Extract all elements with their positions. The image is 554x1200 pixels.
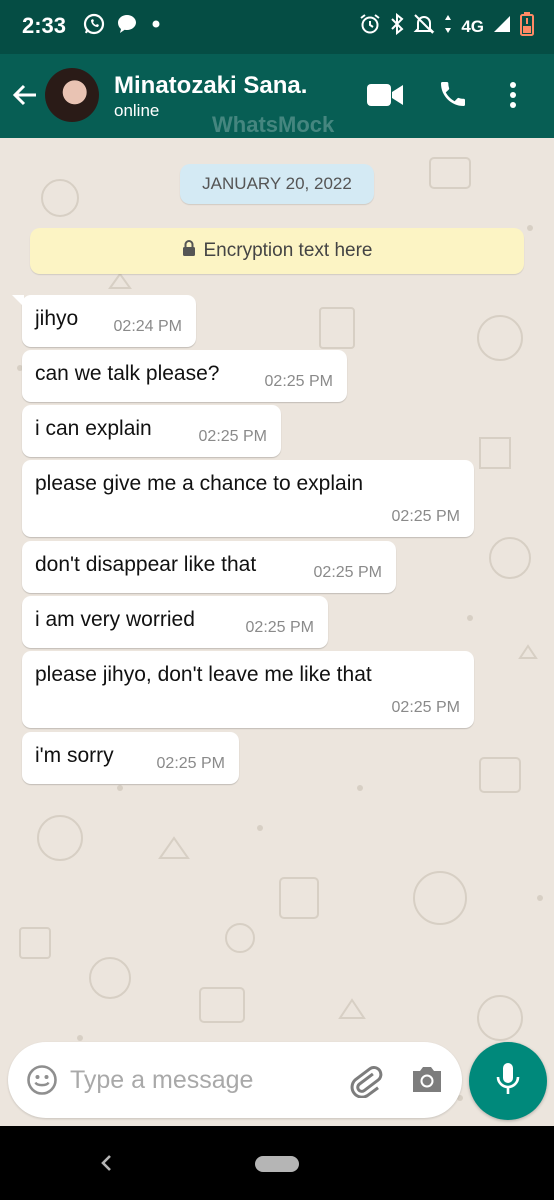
- message-text: please jihyo, don't leave me like that: [35, 663, 372, 686]
- message-bubble[interactable]: please jihyo, don't leave me like that 0…: [22, 651, 474, 728]
- message-time: 02:25 PM: [391, 508, 460, 525]
- contact-status: online: [114, 101, 160, 120]
- nav-back-icon[interactable]: [96, 1150, 118, 1181]
- emoji-icon[interactable]: [26, 1064, 58, 1101]
- mute-icon: [413, 13, 435, 40]
- back-arrow-icon[interactable]: [10, 80, 40, 115]
- more-vert-icon[interactable]: [508, 80, 518, 115]
- encryption-notice[interactable]: Encryption text here: [30, 228, 524, 274]
- message-bubble[interactable]: can we talk please? 02:25 PM: [22, 350, 347, 402]
- data-arrows-icon: [443, 13, 453, 40]
- message-text: can we talk please?: [35, 362, 220, 385]
- video-call-icon[interactable]: [366, 82, 404, 113]
- message-bubble[interactable]: don't disappear like that 02:25 PM: [22, 541, 396, 593]
- lock-icon: [182, 239, 196, 263]
- message-composer: [8, 1042, 462, 1118]
- chat-header: Minatozaki Sana. online WhatsMock: [0, 54, 554, 138]
- attach-icon[interactable]: [348, 1062, 384, 1103]
- message-time: 02:25 PM: [245, 619, 314, 636]
- system-nav-bar: [0, 1126, 554, 1200]
- dot-icon: [148, 16, 164, 37]
- bluetooth-icon: [389, 12, 405, 40]
- message-text: please give me a chance to explain: [35, 472, 364, 495]
- status-bar: 2:33 4G: [0, 0, 554, 54]
- date-separator: JANUARY 20, 2022: [180, 164, 374, 204]
- encryption-text: Encryption text here: [203, 240, 373, 261]
- message-time: 02:25 PM: [198, 428, 267, 445]
- message-bubble-icon: [116, 13, 138, 40]
- contact-avatar[interactable]: [45, 68, 99, 122]
- alarm-icon: [359, 13, 381, 40]
- message-time: 02:24 PM: [113, 318, 182, 335]
- bubble-tail: [12, 295, 24, 307]
- message-text: jihyo: [35, 307, 79, 330]
- message-time: 02:25 PM: [264, 373, 333, 390]
- contact-name[interactable]: Minatozaki Sana.: [114, 72, 307, 100]
- app-watermark: WhatsMock: [212, 112, 335, 137]
- message-input[interactable]: [68, 1060, 332, 1100]
- message-bubble[interactable]: i can explain 02:25 PM: [22, 405, 281, 457]
- phone-icon[interactable]: [437, 78, 469, 115]
- message-bubble[interactable]: i'm sorry 02:25 PM: [22, 732, 239, 784]
- nav-home-pill[interactable]: [255, 1156, 299, 1172]
- message-bubble[interactable]: please give me a chance to explain 02:25…: [22, 460, 474, 537]
- message-text: i am very worried: [35, 608, 195, 631]
- message-text: i'm sorry: [35, 744, 114, 767]
- network-type: 4G: [461, 16, 484, 36]
- message-bubble[interactable]: jihyo 02:24 PM: [12, 295, 196, 347]
- mic-icon: [494, 1061, 522, 1102]
- status-time: 2:33: [22, 13, 67, 38]
- message-time: 02:25 PM: [156, 755, 225, 772]
- status-notification-icons: [82, 12, 164, 41]
- battery-icon: [520, 12, 534, 41]
- message-bubble[interactable]: i am very worried 02:25 PM: [22, 596, 328, 648]
- message-text: i can explain: [35, 417, 152, 440]
- camera-icon[interactable]: [410, 1064, 444, 1099]
- mic-button[interactable]: [469, 1042, 547, 1120]
- chat-area[interactable]: JANUARY 20, 2022 Encryption text here ji…: [0, 138, 554, 1126]
- status-system-icons: 4G: [359, 12, 534, 41]
- signal-icon: [492, 14, 512, 39]
- whatsapp-icon: [82, 12, 106, 41]
- message-time: 02:25 PM: [391, 699, 460, 716]
- message-time: 02:25 PM: [313, 564, 382, 581]
- message-text: don't disappear like that: [35, 553, 257, 576]
